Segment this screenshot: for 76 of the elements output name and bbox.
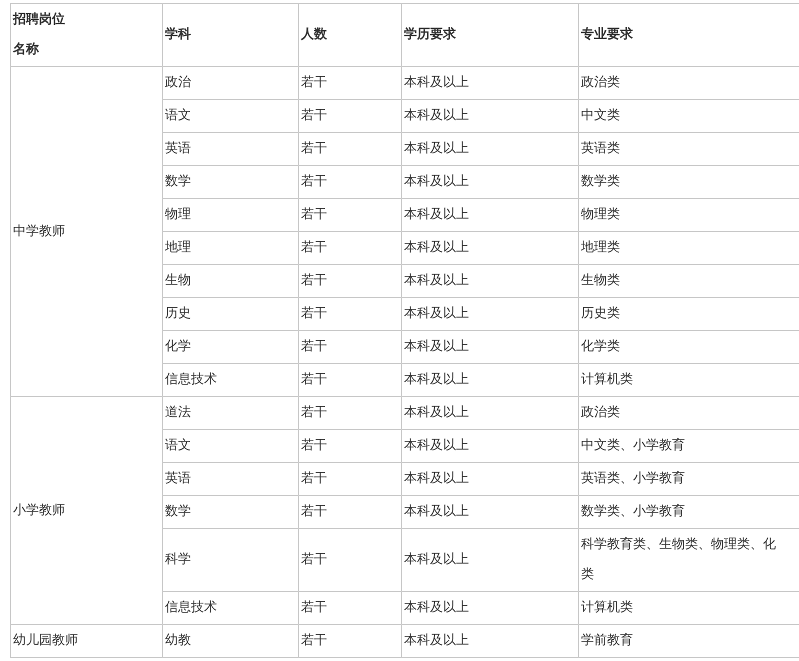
education-cell-text: 本科及以上 (404, 632, 469, 650)
major-cell-text: 数学类、小学教育 (581, 502, 685, 522)
education-cell-text: 本科及以上 (404, 371, 469, 390)
subject-cell-text: 科学 (165, 551, 191, 570)
subject-cell-text: 物理 (165, 206, 191, 224)
subject-cell-text: 英语 (165, 470, 191, 488)
education-cell-text: 本科及以上 (404, 503, 469, 522)
subject-cell-text: 地理 (165, 239, 191, 258)
education-cell-text: 本科及以上 (404, 305, 469, 324)
education-cell-text: 本科及以上 (404, 470, 469, 488)
subject-cell-text: 信息技术 (165, 371, 217, 390)
subject-cell-text: 幼教 (165, 632, 191, 650)
position-cell-text: 中学教师 (13, 222, 65, 241)
subject-cell-text: 历史 (165, 305, 191, 324)
major-cell-text: 政治类 (581, 404, 620, 422)
subject-cell-text: 英语 (165, 140, 191, 158)
count-cell-text: 若干 (301, 371, 327, 390)
education-cell-text: 本科及以上 (404, 551, 469, 570)
column-header: 学科 (165, 26, 191, 44)
major-cell-text: 中文类 (581, 107, 620, 126)
count-cell-text: 若干 (301, 272, 327, 290)
education-cell-text: 本科及以上 (404, 404, 469, 422)
education-cell-text: 本科及以上 (404, 599, 469, 618)
major-cell-text: 化学类 (581, 338, 620, 356)
subject-cell-text: 生物 (165, 272, 191, 290)
subject-cell-text: 信息技术 (165, 599, 217, 618)
subject-cell-text: 政治 (165, 74, 191, 92)
count-cell-text: 若干 (301, 206, 327, 224)
count-cell-text: 若干 (301, 107, 327, 126)
column-header: 学历要求 (404, 26, 456, 44)
major-cell-text: 生物类 (581, 272, 620, 290)
count-cell-text: 若干 (301, 599, 327, 618)
column-header: 人数 (301, 26, 327, 44)
subject-cell-text: 语文 (165, 107, 191, 126)
education-cell-text: 本科及以上 (404, 173, 469, 192)
count-cell-text: 若干 (301, 404, 327, 422)
count-cell-text: 若干 (301, 305, 327, 324)
major-cell-text: 英语类、小学教育 (581, 470, 685, 488)
column-header: 专业要求 (581, 26, 633, 44)
major-cell-text: 历史类 (581, 305, 620, 324)
subject-cell-text: 化学 (165, 338, 191, 356)
count-cell-text: 若干 (301, 239, 327, 258)
major-cell-text: 数学类 (581, 173, 620, 192)
major-cell-text: 政治类 (581, 74, 620, 92)
education-cell-text: 本科及以上 (404, 140, 469, 158)
count-cell-text: 若干 (301, 173, 327, 192)
subject-cell-text: 道法 (165, 404, 191, 422)
position-cell-text: 幼儿园教师 (13, 632, 78, 650)
education-cell-text: 本科及以上 (404, 272, 469, 290)
education-cell-text: 本科及以上 (404, 107, 469, 126)
subject-cell-text: 语文 (165, 437, 191, 456)
count-cell-text: 若干 (301, 437, 327, 456)
major-cell-text: 科学教育类、生物类、物理类、化 类 (581, 536, 776, 584)
education-cell-text: 本科及以上 (404, 206, 469, 224)
count-cell-text: 若干 (301, 140, 327, 158)
subject-cell-text: 数学 (165, 503, 191, 522)
major-cell-text: 学前教育 (581, 632, 633, 650)
education-cell-text: 本科及以上 (404, 239, 469, 258)
count-cell-text: 若干 (301, 470, 327, 488)
count-cell-text: 若干 (301, 503, 327, 522)
major-cell-text: 英语类 (581, 140, 620, 158)
column-header: 招聘岗位 名称 (13, 11, 65, 59)
education-cell-text: 本科及以上 (404, 437, 469, 456)
count-cell-text: 若干 (301, 338, 327, 356)
education-cell-text: 本科及以上 (404, 338, 469, 356)
subject-cell-text: 数学 (165, 173, 191, 192)
education-cell-text: 本科及以上 (404, 74, 469, 92)
count-cell-text: 若干 (301, 632, 327, 650)
count-cell-text: 若干 (301, 551, 327, 570)
count-cell-text: 若干 (301, 74, 327, 92)
major-cell-text: 中文类、小学教育 (581, 436, 685, 456)
major-cell-text: 地理类 (581, 239, 620, 258)
major-cell-text: 计算机类 (581, 371, 633, 390)
position-cell-text: 小学教师 (13, 502, 65, 520)
major-cell-text: 计算机类 (581, 599, 633, 618)
major-cell-text: 物理类 (581, 206, 620, 224)
